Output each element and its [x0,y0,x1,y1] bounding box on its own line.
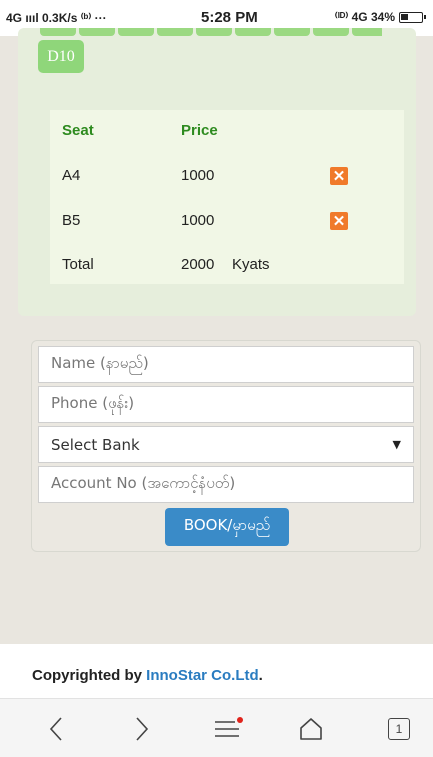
network-status: 4G ıııl 0.3K/s ⁽ᵇ⁾ ··· [6,11,107,25]
seat-button[interactable] [79,28,115,36]
seat-button[interactable] [40,28,76,36]
company-link[interactable]: InnoStar Co.Ltd [146,667,259,684]
remove-seat-icon[interactable]: ✕ [330,212,348,230]
clock: 5:28 PM [201,9,258,26]
seat-button[interactable] [157,28,193,36]
total-amount: 2000 [181,256,215,273]
column-header-seat: Seat [62,122,94,139]
seat-button-d10[interactable]: D10 [38,40,84,73]
copyright-text: Copyrighted by InnoStar Co.Ltd. [32,667,263,684]
bank-select[interactable]: Select Bank ▼ [38,426,414,463]
row-price: 1000 [181,167,215,184]
page-footer: Copyrighted by InnoStar Co.Ltd. [0,644,433,698]
remove-seat-icon[interactable]: ✕ [330,167,348,185]
menu-icon[interactable] [208,709,248,749]
booking-summary-table: Seat Price A4 1000 ✕ B5 1000 ✕ Total 200… [50,110,404,284]
seat-row-partial [40,28,382,36]
seat-button[interactable] [235,28,271,36]
row-seat: B5 [62,212,81,229]
phone-input[interactable]: Phone (ဖုန်း) [38,386,414,423]
forward-icon[interactable] [122,709,162,749]
total-label: Total [62,256,94,273]
seat-button[interactable] [352,28,382,36]
home-icon[interactable] [291,709,331,749]
dropdown-arrow-icon: ▼ [392,438,401,451]
browser-nav-bar: 1 [0,698,433,757]
seat-button[interactable] [196,28,232,36]
seat-button[interactable] [313,28,349,36]
copyright-suffix: . [258,667,263,684]
total-currency: Kyats [232,256,270,273]
bank-select-value: Select Bank [51,435,140,454]
seat-button[interactable] [274,28,310,36]
tab-count: 1 [388,718,410,740]
account-number-input[interactable]: Account No (အကောင့်နံပတ်) [38,466,414,503]
battery-icon [399,11,426,23]
signal-status: ⁽ᴵᴰ⁾ 4G 34% [334,10,395,24]
row-price: 1000 [181,212,215,229]
column-header-price: Price [181,122,218,139]
tabs-button[interactable]: 1 [379,709,419,749]
book-button[interactable]: BOOK/မှာမည် [165,508,289,546]
system-indicators: ⁽ᴵᴰ⁾ 4G 34% [334,10,426,24]
row-seat: A4 [62,167,81,184]
name-input[interactable]: Name (နာမည်) [38,346,414,383]
back-icon[interactable] [36,709,76,749]
seat-button[interactable] [118,28,154,36]
copyright-prefix: Copyrighted by [32,667,147,684]
